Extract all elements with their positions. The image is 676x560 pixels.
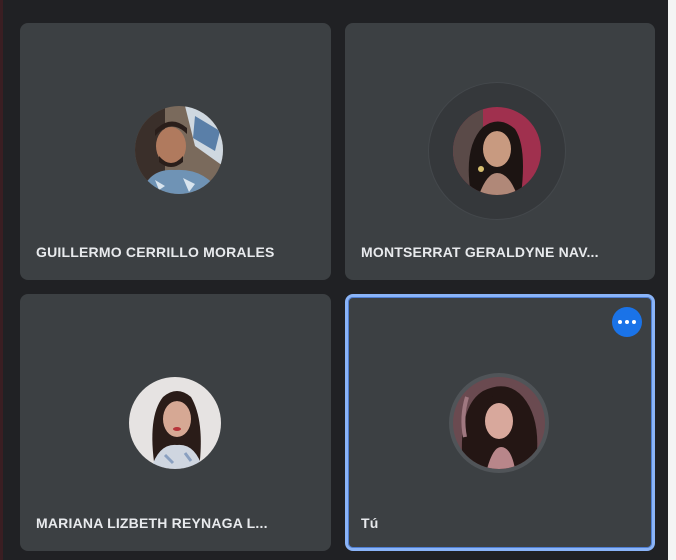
more-horiz-icon (625, 320, 629, 324)
participant-name: MONTSERRAT GERALDYNE NAV... (361, 244, 599, 260)
participant-tile[interactable]: GUILLERMO CERRILLO MORALES (20, 23, 331, 280)
participant-avatar (453, 107, 541, 195)
self-tile[interactable]: Tú (345, 294, 655, 551)
window-edge-left (0, 0, 3, 560)
more-horiz-icon (632, 320, 636, 324)
participant-avatar (135, 106, 223, 194)
window-edge-right (668, 0, 676, 560)
participant-avatar (129, 377, 221, 469)
participant-name: GUILLERMO CERRILLO MORALES (36, 244, 275, 260)
meeting-grid: GUILLERMO CERRILLO MORALES MONTSERRAT GE… (0, 0, 676, 560)
more-options-button[interactable] (612, 307, 642, 337)
participant-tile[interactable]: MONTSERRAT GERALDYNE NAV... (345, 23, 655, 280)
participant-avatar (453, 377, 545, 469)
participant-name: Tú (361, 515, 379, 531)
participant-tile[interactable]: MARIANA LIZBETH REYNAGA L... (20, 294, 331, 551)
more-horiz-icon (618, 320, 622, 324)
participant-name: MARIANA LIZBETH REYNAGA L... (36, 515, 268, 531)
